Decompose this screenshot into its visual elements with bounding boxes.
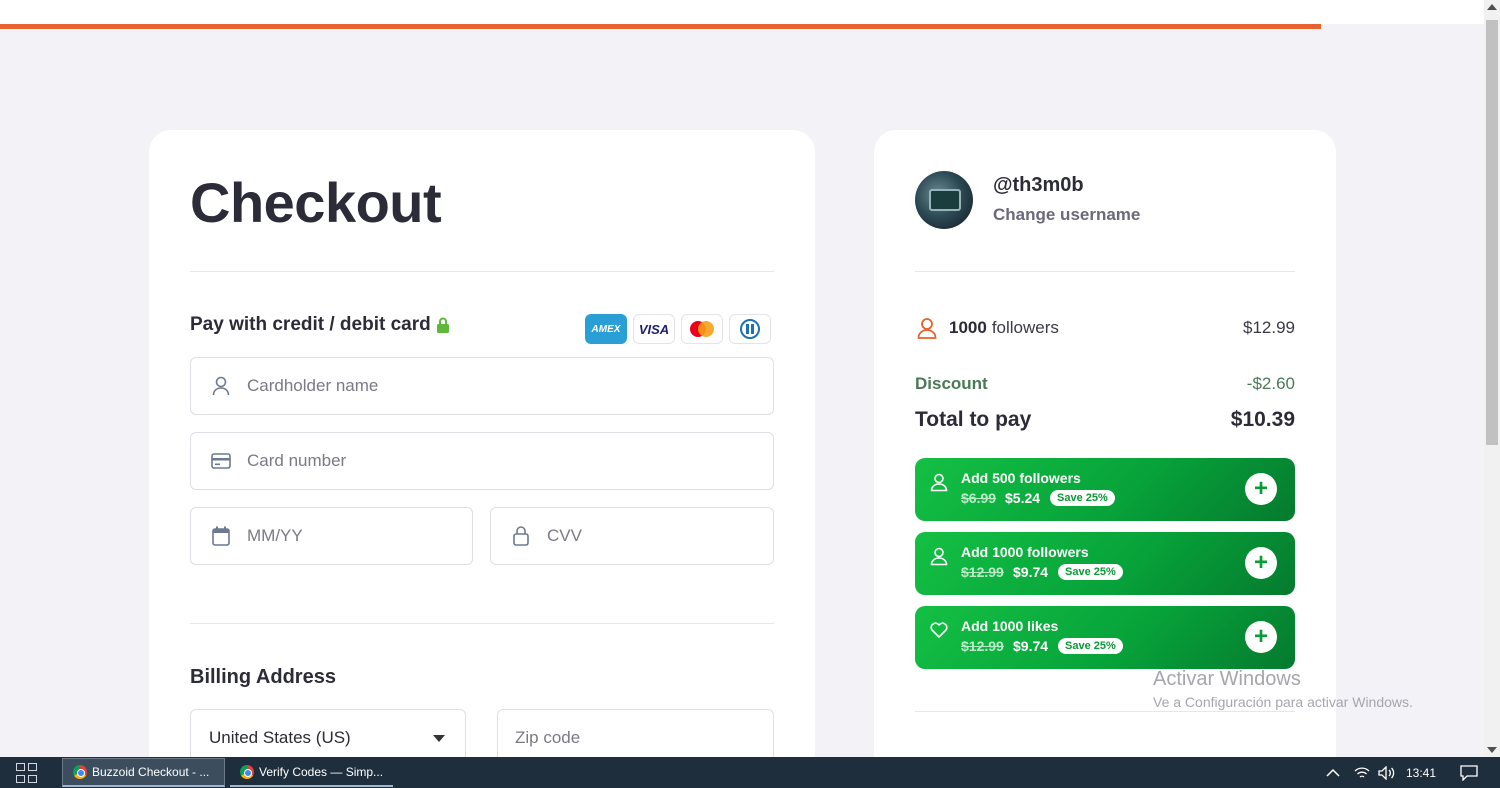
- user-icon: [210, 375, 232, 397]
- upsell-new-price: $9.74: [1013, 564, 1049, 580]
- heart-icon: [930, 622, 948, 638]
- item-price: $12.99: [1243, 318, 1295, 337]
- upsell-new-price: $5.24: [1005, 490, 1041, 506]
- username: @th3m0b: [993, 174, 1084, 196]
- progress-fill: [0, 24, 1321, 29]
- add-upsell-button[interactable]: +: [1245, 473, 1277, 505]
- volume-icon[interactable]: [1378, 765, 1396, 780]
- task-view-icon[interactable]: [16, 763, 38, 783]
- cardholder-placeholder: Cardholder name: [247, 376, 379, 395]
- total-row: Total to pay $10.39: [915, 408, 1295, 432]
- chevron-up-icon[interactable]: [1326, 768, 1340, 778]
- add-upsell-button[interactable]: +: [1245, 621, 1277, 653]
- progress-bar: [0, 24, 1484, 29]
- upsell-new-price: $9.74: [1013, 638, 1049, 654]
- divider: [190, 623, 774, 624]
- card-number-placeholder: Card number: [247, 451, 347, 470]
- zip-placeholder: Zip code: [515, 728, 581, 747]
- checkout-card: Checkout Pay with credit / debit card AM…: [149, 130, 815, 788]
- upsell-title: Add 500 followers: [961, 470, 1081, 486]
- divider: [190, 271, 774, 272]
- network-icon[interactable]: [1354, 766, 1370, 780]
- upsell-title: Add 1000 followers: [961, 544, 1089, 560]
- page-title: Checkout: [190, 171, 442, 234]
- upsell-save-badge: Save 25%: [1058, 638, 1123, 654]
- total-label: Total to pay: [915, 408, 1032, 431]
- upsell-old-price: $12.99: [961, 564, 1004, 580]
- discount-row: Discount -$2.60: [915, 374, 1295, 394]
- pay-with-card-label: Pay with credit / debit card: [190, 314, 431, 335]
- cvv-field[interactable]: CVV: [490, 507, 774, 565]
- user-icon: [930, 547, 948, 566]
- scrollbar[interactable]: [1484, 0, 1500, 757]
- upsell-500-followers[interactable]: Add 500 followers $6.99 $5.24 Save 25% +: [915, 458, 1295, 521]
- amex-icon: AMEX: [585, 314, 627, 344]
- upsell-1000-likes[interactable]: Add 1000 likes $12.99 $9.74 Save 25% +: [915, 606, 1295, 669]
- order-line-item: 1000 followers $12.99: [915, 316, 1295, 340]
- add-upsell-button[interactable]: +: [1245, 547, 1277, 579]
- discount-label: Discount: [915, 374, 988, 393]
- diners-icon: [729, 314, 771, 344]
- top-bar: [0, 0, 1484, 24]
- lock-icon: [437, 317, 449, 333]
- system-tray: 13:41: [1326, 757, 1500, 788]
- chrome-icon: [240, 764, 254, 779]
- taskbar-item-verify-codes[interactable]: Verify Codes — Simp...: [230, 758, 393, 787]
- item-unit: followers: [991, 318, 1059, 337]
- discount-value: -$2.60: [1246, 374, 1295, 393]
- calendar-icon: [210, 525, 232, 547]
- chevron-down-icon: [433, 735, 445, 742]
- upsell-old-price: $12.99: [961, 638, 1004, 654]
- change-username-link[interactable]: Change username: [993, 205, 1140, 225]
- upsell-old-price: $6.99: [961, 490, 997, 506]
- country-value: United States (US): [209, 728, 351, 747]
- user-icon: [917, 318, 937, 339]
- billing-address-heading: Billing Address: [190, 666, 336, 688]
- taskbar-item-label: Buzzoid Checkout - ...: [92, 765, 210, 779]
- mastercard-icon: [681, 314, 723, 344]
- expiry-placeholder: MM/YY: [247, 526, 303, 545]
- upsell-save-badge: Save 25%: [1050, 490, 1115, 506]
- chrome-icon: [73, 765, 87, 779]
- lock-icon: [510, 525, 532, 547]
- clock[interactable]: 13:41: [1406, 766, 1436, 780]
- taskbar: Buzzoid Checkout - ... Verify Codes — Si…: [0, 757, 1500, 788]
- card-number-field[interactable]: Card number: [190, 432, 774, 490]
- scroll-thumb[interactable]: [1486, 20, 1498, 445]
- notifications-icon[interactable]: [1460, 764, 1478, 781]
- upsell-title: Add 1000 likes: [961, 618, 1059, 634]
- scroll-up-arrow-icon[interactable]: [1487, 4, 1497, 10]
- credit-card-icon: [210, 450, 232, 472]
- total-value: $10.39: [1230, 408, 1295, 431]
- divider: [915, 271, 1295, 272]
- avatar: [915, 171, 973, 229]
- cvv-placeholder: CVV: [547, 526, 582, 545]
- scroll-down-arrow-icon[interactable]: [1487, 747, 1497, 753]
- visa-icon: VISA: [633, 314, 675, 344]
- taskbar-item-buzzoid[interactable]: Buzzoid Checkout - ...: [62, 758, 225, 787]
- expiry-field[interactable]: MM/YY: [190, 507, 473, 565]
- upsell-save-badge: Save 25%: [1058, 564, 1123, 580]
- item-quantity: 1000: [949, 318, 987, 337]
- cardholder-name-field[interactable]: Cardholder name: [190, 357, 774, 415]
- user-icon: [930, 473, 948, 492]
- card-brand-logos: AMEX VISA: [585, 314, 771, 344]
- activate-windows-subtitle: Ve a Configuración para activar Windows.: [1153, 694, 1413, 710]
- activate-windows-title: Activar Windows: [1153, 668, 1301, 690]
- taskbar-item-label: Verify Codes — Simp...: [259, 764, 384, 779]
- upsell-1000-followers[interactable]: Add 1000 followers $12.99 $9.74 Save 25%…: [915, 532, 1295, 595]
- divider: [915, 711, 1295, 712]
